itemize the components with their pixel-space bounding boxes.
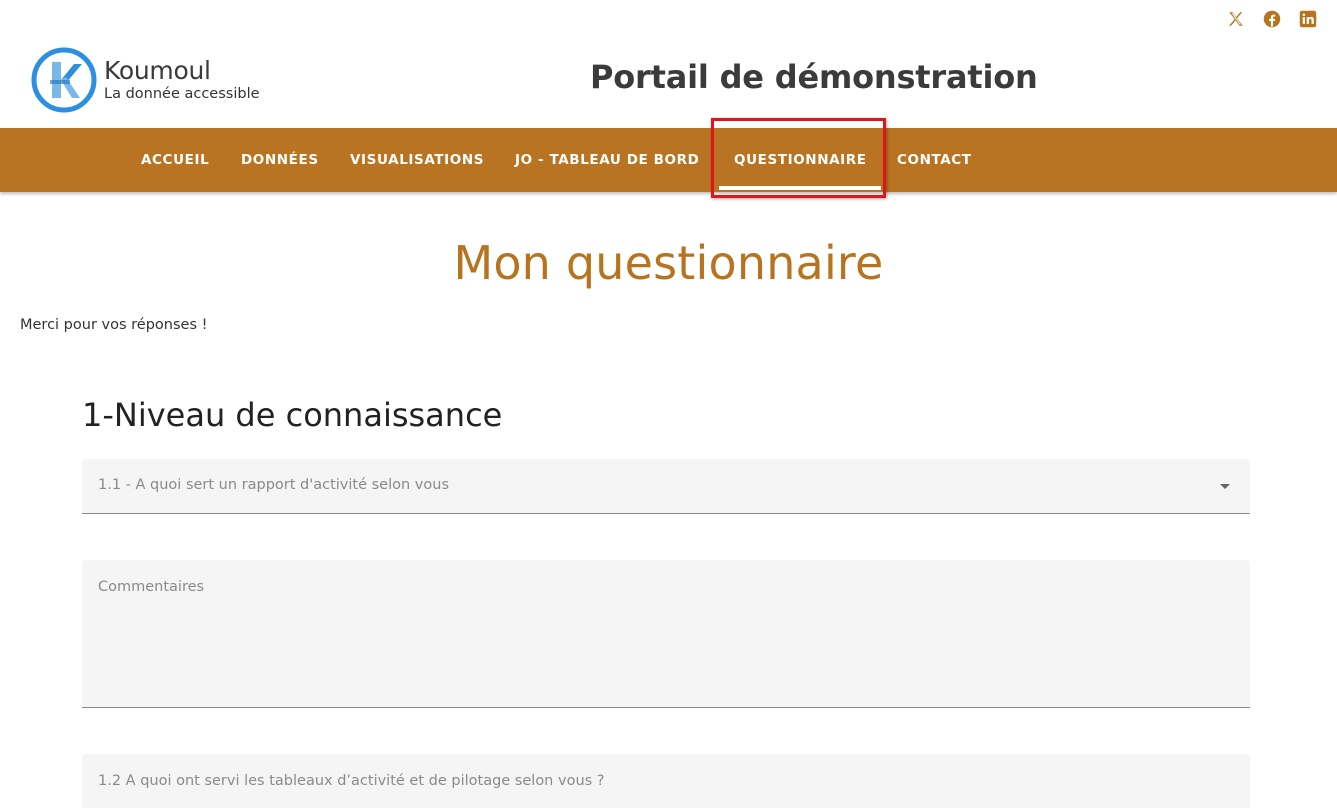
facebook-icon[interactable]	[1263, 10, 1281, 28]
question-1-2-label: 1.2 A quoi ont servi les tableaux d’acti…	[98, 773, 605, 789]
nav-item-visualisations[interactable]: VISUALISATIONS	[350, 128, 484, 192]
comments-label: Commentaires	[98, 579, 205, 595]
comments-textarea[interactable]: Commentaires	[82, 560, 1250, 708]
social-links	[1227, 10, 1317, 28]
nav-item-accueil[interactable]: ACCUEIL	[141, 128, 209, 192]
nav-active-indicator	[719, 186, 881, 190]
nav-item-jo-tableau-de-bord[interactable]: JO - TABLEAU DE BORD	[515, 128, 699, 192]
question-1-2-select[interactable]: 1.2 A quoi ont servi les tableaux d’acti…	[82, 754, 1250, 808]
x-twitter-icon[interactable]	[1227, 10, 1245, 28]
logo-tagline: La donnée accessible	[104, 86, 260, 102]
nav-item-questionnaire[interactable]: QUESTIONNAIRE	[734, 128, 867, 192]
page-title: Mon questionnaire	[453, 236, 884, 290]
koumoul-logo-icon	[31, 47, 97, 113]
nav-item-contact[interactable]: CONTACT	[897, 128, 972, 192]
dropdown-arrow-icon[interactable]	[1220, 484, 1230, 489]
page: Koumoul La donnée accessible Portail de …	[0, 0, 1337, 808]
portal-title: Portail de démonstration	[590, 58, 1038, 96]
linkedin-icon[interactable]	[1299, 10, 1317, 28]
logo-name: Koumoul	[104, 56, 211, 85]
section-title: 1-Niveau de connaissance	[82, 396, 503, 434]
nav-item-donnees[interactable]: DONNÉES	[241, 128, 319, 192]
site-logo[interactable]: Koumoul La donnée accessible	[30, 46, 260, 114]
main-navbar: ACCUEIL DONNÉES VISUALISATIONS JO - TABL…	[0, 128, 1337, 192]
thanks-message: Merci pour vos réponses !	[20, 317, 208, 333]
question-1-1-label: 1.1 - A quoi sert un rapport d'activité …	[98, 477, 450, 493]
question-1-1-select[interactable]: 1.1 - A quoi sert un rapport d'activité …	[82, 459, 1250, 514]
